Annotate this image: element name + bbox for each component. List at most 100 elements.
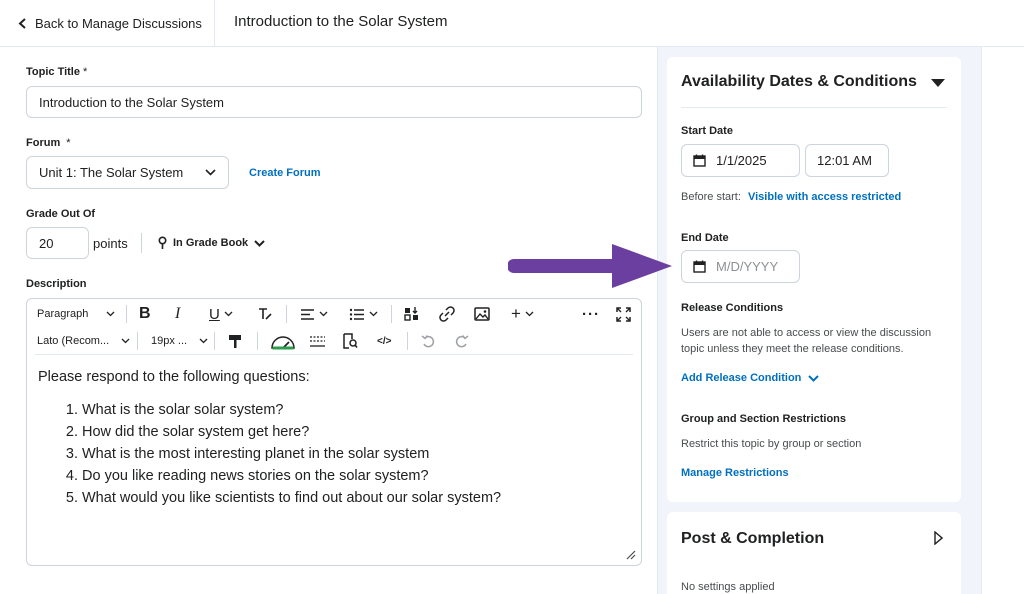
toolbar-separator bbox=[126, 305, 127, 323]
start-date-input[interactable]: 1/1/2025 bbox=[681, 144, 800, 177]
more-options-button[interactable]: ··· bbox=[582, 304, 600, 324]
chevron-down-icon bbox=[205, 169, 216, 176]
gauge-icon bbox=[271, 336, 295, 350]
link-icon bbox=[439, 306, 455, 322]
resize-handle-icon[interactable] bbox=[626, 550, 636, 560]
preview-button[interactable] bbox=[342, 331, 358, 351]
topic-title-input[interactable]: Introduction to the Solar System bbox=[26, 86, 642, 118]
bullet-list-icon bbox=[349, 308, 364, 320]
end-date-label: End Date bbox=[681, 232, 729, 244]
paragraph-format-label: Paragraph bbox=[37, 308, 89, 320]
top-bar: Back to Manage Discussions Introduction … bbox=[0, 0, 1024, 47]
toolbar-separator bbox=[407, 332, 408, 350]
start-date-value: 1/1/2025 bbox=[716, 153, 767, 168]
chevron-down-icon bbox=[224, 311, 233, 317]
grade-input[interactable]: 20 bbox=[26, 227, 89, 259]
back-button[interactable]: Back to Manage Discussions bbox=[18, 14, 202, 32]
chevron-down-icon bbox=[369, 311, 378, 317]
grade-book-dropdown[interactable]: In Grade Book bbox=[158, 236, 265, 250]
toolbar-separator bbox=[286, 305, 287, 323]
end-date-placeholder: M/D/YYYY bbox=[716, 259, 779, 274]
bold-button[interactable]: B bbox=[139, 304, 151, 324]
annotation-arrow-icon bbox=[508, 244, 672, 288]
insert-link-button[interactable] bbox=[439, 304, 455, 324]
before-start-link[interactable]: Visible with access restricted bbox=[748, 191, 901, 203]
grade-value: 20 bbox=[39, 235, 54, 251]
editor-content[interactable]: Please respond to the following question… bbox=[38, 369, 628, 509]
redo-button[interactable] bbox=[454, 331, 469, 351]
align-button[interactable] bbox=[300, 304, 328, 324]
page-title: Introduction to the Solar System bbox=[234, 13, 448, 30]
accessibility-checker-button[interactable] bbox=[270, 330, 296, 350]
chevron-down-icon bbox=[254, 239, 265, 247]
forum-label: Forum * bbox=[26, 137, 71, 149]
font-family-label: Lato (Recom... bbox=[37, 335, 110, 347]
fullscreen-button[interactable] bbox=[616, 304, 631, 324]
availability-card: Availability Dates & Conditions Start Da… bbox=[667, 57, 961, 502]
start-time-input[interactable]: 12:01 AM bbox=[805, 144, 889, 177]
word-count-button[interactable] bbox=[309, 331, 326, 351]
insert-stuff-icon bbox=[404, 307, 418, 321]
grade-book-label: In Grade Book bbox=[173, 237, 249, 249]
topic-title-label: Topic Title * bbox=[26, 66, 88, 78]
question-list: What is the solar solar system? How did … bbox=[38, 399, 628, 509]
undo-icon bbox=[421, 334, 435, 347]
chevron-down-icon bbox=[121, 338, 130, 344]
before-start-label: Before start: bbox=[681, 191, 741, 203]
toolbar-separator bbox=[214, 332, 215, 350]
list-button[interactable] bbox=[349, 304, 378, 324]
list-item: What would you like scientists to find o… bbox=[82, 487, 628, 509]
manage-restrictions-link[interactable]: Manage Restrictions bbox=[681, 467, 789, 479]
underline-button[interactable]: U bbox=[209, 304, 233, 324]
list-item: How did the solar system get here? bbox=[82, 421, 628, 443]
expand-icon bbox=[616, 306, 631, 322]
font-family-select[interactable]: Lato (Recom... bbox=[37, 331, 130, 351]
chevron-down-icon bbox=[199, 338, 208, 344]
font-size-select[interactable]: 19px ... bbox=[151, 331, 208, 351]
undo-button[interactable] bbox=[421, 331, 436, 351]
topic-title-value: Introduction to the Solar System bbox=[39, 94, 224, 110]
grade-separator bbox=[141, 233, 142, 253]
preview-icon bbox=[343, 333, 358, 349]
code-icon: </> bbox=[377, 335, 392, 347]
underline-icon: U bbox=[209, 305, 220, 323]
chevron-down-icon bbox=[808, 374, 820, 382]
list-item: Do you like reading news stories on the … bbox=[82, 465, 628, 487]
description-label: Description bbox=[26, 278, 87, 290]
top-bar-divider bbox=[214, 0, 215, 47]
caret-right-icon[interactable] bbox=[934, 531, 943, 545]
add-release-condition-button[interactable]: Add Release Condition bbox=[681, 372, 820, 384]
post-completion-status: No settings applied bbox=[681, 581, 775, 593]
text-color-button[interactable] bbox=[257, 304, 273, 324]
calendar-icon bbox=[693, 260, 706, 273]
source-code-button[interactable]: </> bbox=[377, 331, 391, 351]
chevron-down-icon bbox=[525, 311, 534, 317]
italic-button[interactable]: I bbox=[175, 304, 180, 324]
back-button-label: Back to Manage Discussions bbox=[35, 15, 202, 31]
availability-title: Availability Dates & Conditions bbox=[681, 73, 917, 90]
text-color-icon bbox=[259, 308, 272, 320]
card-divider bbox=[681, 107, 947, 108]
grade-unit: points bbox=[93, 236, 128, 251]
release-conditions-label: Release Conditions bbox=[681, 302, 784, 314]
toolbar-separator bbox=[391, 305, 392, 323]
group-restrictions-label: Group and Section Restrictions bbox=[681, 413, 847, 425]
insert-image-button[interactable] bbox=[474, 304, 490, 324]
create-forum-link[interactable]: Create Forum bbox=[249, 167, 321, 179]
post-completion-title: Post & Completion bbox=[681, 530, 825, 547]
caret-down-icon[interactable] bbox=[931, 79, 945, 88]
insert-more-button[interactable]: + bbox=[511, 304, 534, 324]
chevron-down-icon bbox=[106, 311, 115, 317]
grade-out-of-label: Grade Out Of bbox=[26, 208, 96, 220]
paragraph-format-select[interactable]: Paragraph bbox=[37, 304, 115, 324]
insert-media-button[interactable] bbox=[404, 304, 420, 324]
list-item: What is the most interesting planet in t… bbox=[82, 443, 628, 465]
forum-select[interactable]: Unit 1: The Solar System bbox=[26, 156, 229, 189]
list-item: What is the solar solar system? bbox=[82, 399, 628, 421]
end-date-input[interactable]: M/D/YYYY bbox=[681, 250, 800, 283]
word-count-icon bbox=[310, 336, 325, 347]
description-editor: Paragraph B I U + ··· Lato (Recom... 19p… bbox=[26, 298, 642, 566]
calendar-icon bbox=[693, 154, 706, 167]
toolbar-separator bbox=[257, 332, 258, 350]
format-painter-button[interactable] bbox=[227, 331, 243, 351]
